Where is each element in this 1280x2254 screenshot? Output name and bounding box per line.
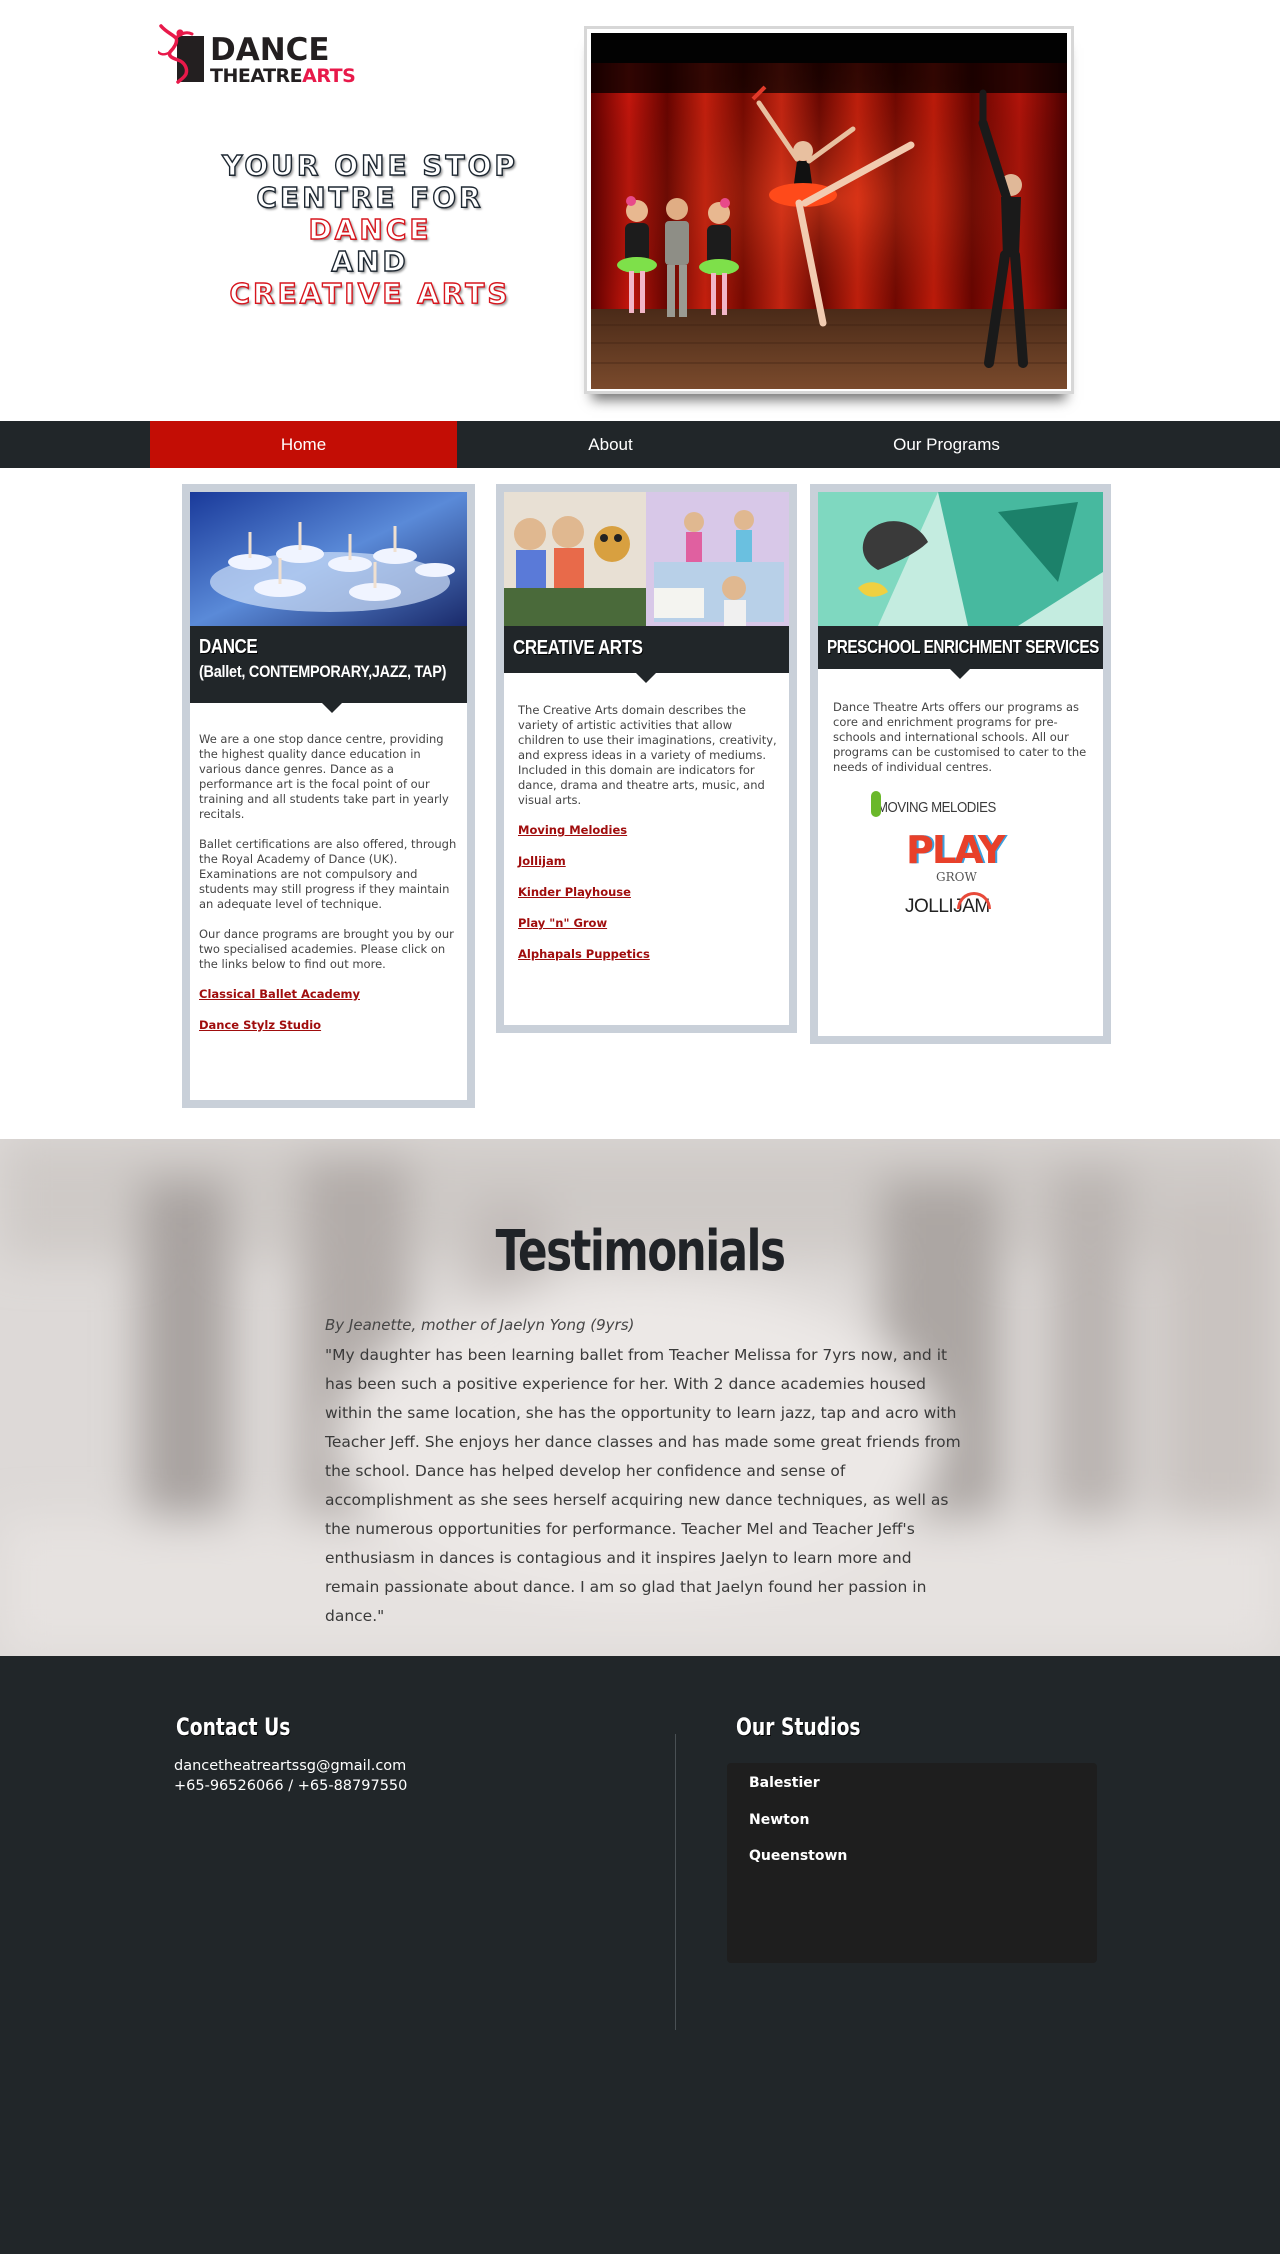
rainbow-icon [957, 892, 991, 909]
tagline-line-3: DANCE [308, 213, 432, 246]
studio-item-balestier[interactable]: Balestier [749, 1775, 820, 1791]
moving-melodies-logo[interactable]: MOVING MELODIES [871, 791, 1013, 825]
hero-tagline: YOUR ONE STOP CENTRE FOR DANCE AND CREAT… [200, 149, 540, 310]
link-classical-ballet-academy[interactable]: Classical Ballet Academy [199, 987, 461, 1002]
jollijam-logo[interactable]: JOLLIJAM [905, 892, 1005, 932]
footer-divider [675, 1734, 676, 2030]
hero-stage-image [591, 33, 1067, 389]
dancer-logo-icon [158, 24, 204, 84]
play-grow-logo-subtext: GROW [936, 870, 977, 884]
moving-melodies-logo-text: MOVING MELODIES [877, 799, 996, 816]
testimonial-quote: "My daughter has been learning ballet fr… [325, 1346, 961, 1625]
studios-heading: Our Studios [736, 1713, 861, 1741]
contact-heading: Contact Us [176, 1713, 291, 1741]
dance-paragraph: We are a one stop dance centre, providin… [199, 732, 449, 821]
preschool-card-title: PRESCHOOL ENRICHMENT SERVICES [827, 637, 1099, 657]
creative-arts-card-image [504, 492, 789, 626]
dance-card-subtitle: (Ballet, CONTEMPORARY,JAZZ, TAP) [199, 662, 447, 681]
dance-card-band: DANCE (Ballet, CONTEMPORARY,JAZZ, TAP) [190, 626, 467, 713]
tagline-line-2: CENTRE FOR [256, 181, 484, 214]
dance-paragraph: Our dance programs are brought you by ou… [199, 927, 454, 971]
dance-card-title: DANCE [199, 636, 258, 658]
link-play-n-grow[interactable]: Play "n" Grow [518, 916, 778, 931]
creative-arts-card-body: The Creative Arts domain describes the v… [518, 703, 778, 978]
nav-home[interactable]: Home [150, 421, 457, 468]
logo-text-theatre: THEATRE [210, 65, 303, 87]
preschool-card-image [818, 492, 1103, 626]
dance-paragraph: Ballet certifications are also offered, … [199, 837, 457, 911]
link-alphapals-puppetics[interactable]: Alphapals Puppetics [518, 947, 778, 962]
link-moving-melodies[interactable]: Moving Melodies [518, 823, 778, 838]
contact-email[interactable]: dancetheatreartssg@gmail.com [174, 1756, 406, 1776]
studio-item-newton[interactable]: Newton [749, 1812, 809, 1828]
preschool-card-body: Dance Theatre Arts offers our programs a… [833, 700, 1091, 790]
link-kinder-playhouse[interactable]: Kinder Playhouse [518, 885, 778, 900]
contact-phone: +65-96526066 / +65-88797550 [174, 1778, 408, 1794]
studios-list: Balestier Newton Queenstown [727, 1763, 1097, 1963]
dance-card-image [190, 492, 467, 626]
creative-arts-paragraph: The Creative Arts domain describes the v… [518, 703, 777, 807]
band-pointer-icon [322, 703, 342, 713]
creative-arts-card: CREATIVE ARTS The Creative Arts domain d… [496, 484, 797, 1033]
creative-arts-card-title: CREATIVE ARTS [513, 637, 643, 659]
dance-card: DANCE (Ballet, CONTEMPORARY,JAZZ, TAP) W… [182, 484, 475, 1108]
band-pointer-icon [636, 673, 656, 683]
hero-image-frame [584, 26, 1074, 394]
logo-text-theatre-arts: THEATREARTS [210, 65, 356, 87]
link-jollijam[interactable]: Jollijam [518, 854, 778, 869]
tagline-line-5: CREATIVE ARTS [229, 277, 511, 310]
creative-arts-card-band: CREATIVE ARTS [504, 626, 789, 683]
testimonials-title: Testimonials [495, 1219, 786, 1284]
tagline-line-1: YOUR ONE STOP [221, 149, 518, 182]
preschool-card-band: PRESCHOOL ENRICHMENT SERVICES [818, 626, 1103, 679]
preschool-paragraph: Dance Theatre Arts offers our programs a… [833, 700, 1087, 774]
play-grow-logo[interactable]: PLAY GROW [906, 830, 1005, 888]
tagline-line-4: AND [331, 245, 409, 278]
band-pointer-icon [950, 669, 970, 679]
site-logo[interactable]: DANCE THEATREARTS [158, 22, 356, 88]
logo-text-dance: DANCE [210, 32, 330, 68]
nav-about[interactable]: About [457, 421, 764, 468]
studio-item-queenstown[interactable]: Queenstown [749, 1848, 847, 1864]
nav-our-programs[interactable]: Our Programs [790, 421, 1103, 468]
music-note-icon [871, 791, 881, 817]
preschool-card: PRESCHOOL ENRICHMENT SERVICES Dance Thea… [810, 484, 1111, 1044]
play-grow-logo-text: PLAY [906, 828, 1005, 872]
link-dance-stylz-studio[interactable]: Dance Stylz Studio [199, 1018, 461, 1033]
logo-text-arts: ARTS [302, 65, 356, 87]
dance-card-body: We are a one stop dance centre, providin… [199, 732, 461, 1049]
main-nav: Home About Our Programs [0, 421, 1280, 468]
testimonial-author: By Jeanette, mother of Jaelyn Yong (9yrs… [325, 1316, 635, 1334]
